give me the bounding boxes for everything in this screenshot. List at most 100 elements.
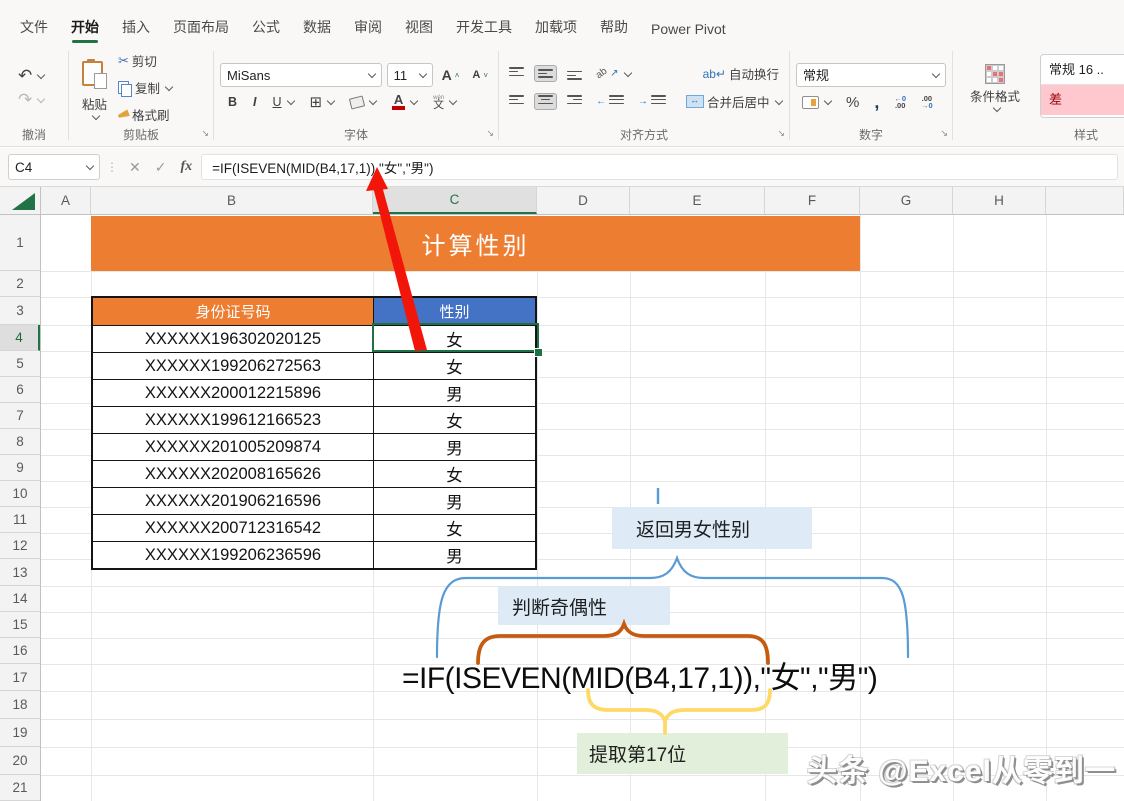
formula-input[interactable]: =IF(ISEVEN(MID(B4,17,1)),"女","男")	[201, 154, 1118, 180]
menu-tab-开发工具[interactable]: 开发工具	[456, 17, 512, 45]
style-item-normal[interactable]: 常规 16 ..	[1041, 55, 1124, 85]
style-item-bad[interactable]: 差	[1041, 85, 1124, 115]
id-cell[interactable]: XXXXXX202008165626	[93, 461, 374, 487]
gender-cell[interactable]: 女	[374, 353, 535, 379]
menu-tab-插入[interactable]: 插入	[122, 17, 150, 45]
row-header-1[interactable]: 1	[0, 215, 40, 271]
borders-button[interactable]: ⊞	[306, 94, 339, 111]
dialog-launcher-icon[interactable]: ↘	[940, 124, 948, 142]
dialog-launcher-icon[interactable]: ↘	[777, 124, 785, 142]
number-format-select[interactable]: 常规	[796, 63, 946, 87]
wrap-text-button[interactable]: ab↵自动换行	[699, 62, 783, 85]
row-header-15[interactable]: 15	[0, 612, 40, 638]
comma-style-button[interactable]: ,	[870, 95, 883, 109]
gender-cell[interactable]: 男	[374, 380, 535, 406]
orientation-button[interactable]: ab↗	[592, 66, 635, 81]
callout-judge-parity[interactable]: 判断奇偶性	[498, 587, 670, 625]
menu-tab-审阅[interactable]: 审阅	[354, 17, 382, 45]
phonetic-button[interactable]: wén文	[429, 93, 460, 111]
menu-tab-数据[interactable]: 数据	[303, 17, 331, 45]
column-header-F[interactable]: F	[765, 187, 860, 214]
italic-button[interactable]: I	[249, 93, 260, 111]
fill-handle[interactable]	[534, 348, 543, 357]
font-color-button[interactable]: A	[388, 92, 421, 112]
copy-button[interactable]: 复制	[114, 76, 176, 99]
menu-tab-加载项[interactable]: 加载项	[535, 17, 577, 45]
row-header-21[interactable]: 21	[0, 775, 40, 801]
increase-decimal-button[interactable]: ←0.00	[890, 93, 910, 112]
percent-style-button[interactable]: %	[842, 92, 863, 113]
increase-font-button[interactable]: A˄	[438, 65, 464, 85]
align-bottom-button[interactable]	[563, 65, 586, 82]
id-header-cell[interactable]: 身份证号码	[93, 298, 374, 325]
gender-cell[interactable]: 男	[374, 434, 535, 460]
align-middle-button[interactable]	[534, 65, 557, 82]
row-header-5[interactable]: 5	[0, 351, 40, 377]
column-header-G[interactable]: G	[860, 187, 953, 214]
underline-button[interactable]: U	[269, 93, 298, 111]
column-header-H[interactable]: H	[953, 187, 1046, 214]
callout-extract-17th[interactable]: 提取第17位	[577, 733, 788, 774]
callout-return-gender[interactable]: 返回男女性别	[612, 507, 812, 549]
row-header-4[interactable]: 4	[0, 325, 40, 351]
insert-function-icon[interactable]: fx	[175, 159, 197, 175]
align-top-button[interactable]	[505, 65, 528, 82]
decrease-indent-button[interactable]: ←	[592, 93, 628, 110]
paste-button[interactable]: 粘贴	[75, 57, 114, 119]
column-header-blank[interactable]	[1046, 187, 1124, 214]
menu-tab-视图[interactable]: 视图	[405, 17, 433, 45]
row-header-14[interactable]: 14	[0, 586, 40, 612]
id-cell[interactable]: XXXXXX201906216596	[93, 488, 374, 514]
row-header-13[interactable]: 13	[0, 559, 40, 586]
menu-tab-文件[interactable]: 文件	[20, 17, 48, 45]
id-cell[interactable]: XXXXXX200712316542	[93, 515, 374, 541]
row-header-6[interactable]: 6	[0, 377, 40, 403]
column-header-C[interactable]: C	[373, 187, 537, 214]
column-header-D[interactable]: D	[537, 187, 630, 214]
title-banner-cell[interactable]: 计算性别	[91, 216, 860, 271]
name-box[interactable]: C4	[8, 154, 100, 180]
font-family-select[interactable]: MiSans	[220, 63, 382, 87]
menu-tab-公式[interactable]: 公式	[252, 17, 280, 45]
cut-button[interactable]: ✂剪切	[114, 49, 176, 72]
gender-cell[interactable]: 女	[374, 461, 535, 487]
row-header-11[interactable]: 11	[0, 507, 40, 533]
row-header-2[interactable]: 2	[0, 271, 40, 297]
menu-tab-页面布局[interactable]: 页面布局	[173, 17, 229, 45]
row-header-12[interactable]: 12	[0, 533, 40, 559]
increase-indent-button[interactable]: →	[634, 93, 670, 110]
row-header-18[interactable]: 18	[0, 691, 40, 719]
row-header-20[interactable]: 20	[0, 747, 40, 775]
row-header-16[interactable]: 16	[0, 638, 40, 664]
id-cell[interactable]: XXXXXX201005209874	[93, 434, 374, 460]
gender-cell[interactable]: 男	[374, 542, 535, 568]
menu-tab-Power Pivot[interactable]: Power Pivot	[651, 21, 726, 45]
undo-button[interactable]: ↶	[14, 67, 48, 85]
decrease-font-button[interactable]: A˅	[468, 67, 492, 83]
column-header-B[interactable]: B	[91, 187, 373, 214]
id-cell[interactable]: XXXXXX199612166523	[93, 407, 374, 433]
redo-button[interactable]: ↷	[14, 91, 48, 109]
menu-tab-开始[interactable]: 开始	[71, 17, 99, 45]
decrease-decimal-button[interactable]: .00→0	[917, 93, 937, 112]
gender-header-cell[interactable]: 性别	[374, 298, 535, 325]
id-cell[interactable]: XXXXXX199206236596	[93, 542, 374, 568]
row-header-8[interactable]: 8	[0, 429, 40, 455]
dialog-launcher-icon[interactable]: ↘	[201, 124, 209, 142]
column-header-E[interactable]: E	[630, 187, 765, 214]
row-header-7[interactable]: 7	[0, 403, 40, 429]
gender-cell[interactable]: 女	[374, 407, 535, 433]
id-cell[interactable]: XXXXXX200012215896	[93, 380, 374, 406]
align-right-button[interactable]	[563, 93, 586, 110]
align-left-button[interactable]	[505, 93, 528, 110]
select-all-button[interactable]	[0, 187, 41, 215]
row-header-9[interactable]: 9	[0, 455, 40, 481]
row-header-17[interactable]: 17	[0, 664, 40, 691]
id-cell[interactable]: XXXXXX196302020125	[93, 326, 374, 352]
accounting-format-button[interactable]	[798, 94, 835, 111]
id-cell[interactable]: XXXXXX199206272563	[93, 353, 374, 379]
align-center-button[interactable]	[534, 93, 557, 110]
merge-center-button[interactable]: 合并后居中	[682, 90, 786, 113]
format-painter-button[interactable]: 格式刷	[114, 103, 176, 126]
gender-cell[interactable]: 男	[374, 488, 535, 514]
